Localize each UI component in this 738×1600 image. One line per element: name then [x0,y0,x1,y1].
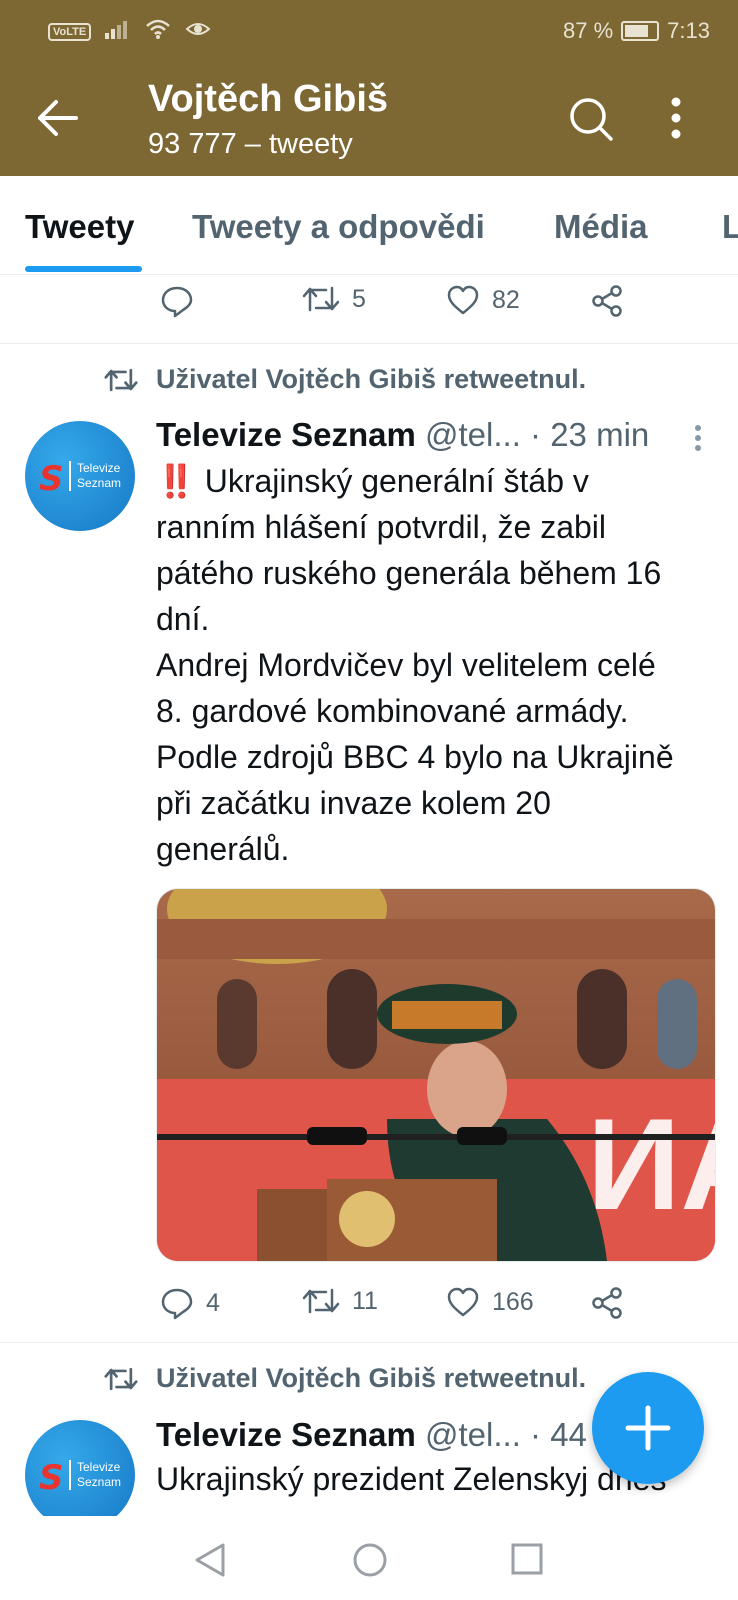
reply-icon [161,1288,193,1320]
avatar[interactable]: S Televize Seznam [25,421,135,531]
retweet-icon [104,1367,138,1390]
avatar-logo-letter: S [39,1458,64,1498]
retweet-count: 5 [352,284,366,313]
avatar-logo-text: Televize [77,461,121,475]
reply-button[interactable] [160,284,194,318]
retweet-label: Uživatel Vojtěch Gibiš retweetnul. [156,364,587,394]
retweet-indicator: Uživatel Vojtěch Gibiš retweetnul. [104,364,586,395]
retweet-icon [302,1288,340,1314]
battery-percent: 87 % [563,18,614,43]
tweet-line: Andrej Mordvičev byl velitelem celé [156,647,656,683]
tweet-line: pátého ruského generála během 16 [156,555,662,591]
tweet-text: ‼️ Ukrajinský generální štáb v ranním hl… [156,458,716,872]
tweet-line: ranním hlášení potvrdil, že zabil [156,509,606,545]
author-name[interactable]: Televize Seznam [156,416,416,453]
signal-icon [105,19,131,45]
profile-tabs: Tweety Tweety a odpovědi Média L [0,176,738,275]
eye-icon [185,19,211,45]
back-arrow-icon[interactable] [36,98,80,143]
share-icon [592,285,622,317]
double-exclamation-icon: ‼️ [156,463,196,499]
tab-media[interactable]: Média [554,208,648,246]
tweet-line: 8. gardové kombinované armády. [156,693,629,729]
retweet-count: 11 [352,1286,378,1315]
reply-count: 4 [206,1288,220,1317]
nav-recents-icon[interactable] [510,1542,544,1581]
tweet-line: při začátku invaze kolem 20 [156,785,551,821]
profile-name: Vojtěch Gibiš [148,78,389,120]
divider [0,343,738,344]
battery-icon [621,21,660,41]
tweet-count: 93 777 – tweety [148,128,353,160]
tab-tweets-and-replies[interactable]: Tweety a odpovědi [192,208,485,246]
tweet-header: Televize Seznam @tel... · 44 [156,1416,587,1454]
tweet-header: Televize Seznam @tel... · 23 min [156,416,649,454]
tweet-line: ‼️ Ukrajinský generální štáb v [156,463,589,499]
tweet-line: generálů. [156,831,290,867]
nav-home-icon[interactable] [352,1542,388,1583]
retweet-button[interactable]: 5 [302,284,366,314]
retweet-indicator: Uživatel Vojtěch Gibiš retweetnul. [104,1363,586,1394]
avatar-logo-letter: S [39,459,64,499]
system-navigation-bar [0,1516,738,1600]
tweet-image[interactable]: ИАРА [156,888,716,1262]
like-count: 166 [492,1287,534,1316]
search-icon[interactable] [568,96,614,147]
reply-icon [161,286,193,318]
avatar-logo-text: Seznam [77,1475,122,1489]
heart-icon [447,1287,479,1317]
share-button[interactable] [590,1286,624,1320]
active-tab-indicator [25,266,142,272]
tweet-menu-icon[interactable] [694,424,702,457]
tweet-actions: 4 11 166 [160,1286,680,1326]
like-count: 82 [492,285,520,314]
clock: 7:13 [667,18,710,43]
prev-tweet-actions: 5 82 [160,284,680,324]
tweet-time: · 44 [530,1416,587,1453]
like-button[interactable]: 82 [446,284,520,316]
reply-button[interactable]: 4 [160,1286,220,1320]
retweet-icon [104,368,138,391]
compose-tweet-button[interactable] [592,1372,704,1484]
wifi-icon [145,18,171,46]
avatar-logo-text: Seznam [77,476,122,490]
tweet-line: Podle zdrojů BBC 4 bylo na Ukrajině [156,739,674,775]
retweet-icon [302,286,340,312]
tab-likes[interactable]: L [722,208,738,246]
status-bar: VoLTE 87 % 7:13 [48,18,710,48]
avatar-logo-text: Televize [77,1460,121,1474]
share-button[interactable] [590,284,624,318]
share-icon [592,1287,622,1319]
volte-icon: VoLTE [48,23,92,41]
tab-tweets[interactable]: Tweety [25,208,134,246]
tweet-line: dní. [156,601,210,637]
plus-icon [625,1405,671,1451]
like-button[interactable]: 166 [446,1286,534,1318]
author-name[interactable]: Televize Seznam [156,1416,416,1453]
more-options-icon[interactable] [670,96,682,145]
divider [0,1342,738,1343]
tweet-time: · 23 min [530,416,650,453]
avatar[interactable]: S Televize Seznam [25,1420,135,1530]
retweet-label: Uživatel Vojtěch Gibiš retweetnul. [156,1363,587,1393]
nav-back-icon[interactable] [193,1542,227,1583]
app-header: VoLTE 87 % 7:13 Vojtěch Gibiš 93 777 – t… [0,0,738,176]
author-handle: @tel... [425,416,521,453]
retweet-button[interactable]: 11 [302,1286,378,1316]
banner-text: ИАРА [587,1091,715,1237]
heart-icon [447,285,479,315]
author-handle: @tel... [425,1416,521,1453]
